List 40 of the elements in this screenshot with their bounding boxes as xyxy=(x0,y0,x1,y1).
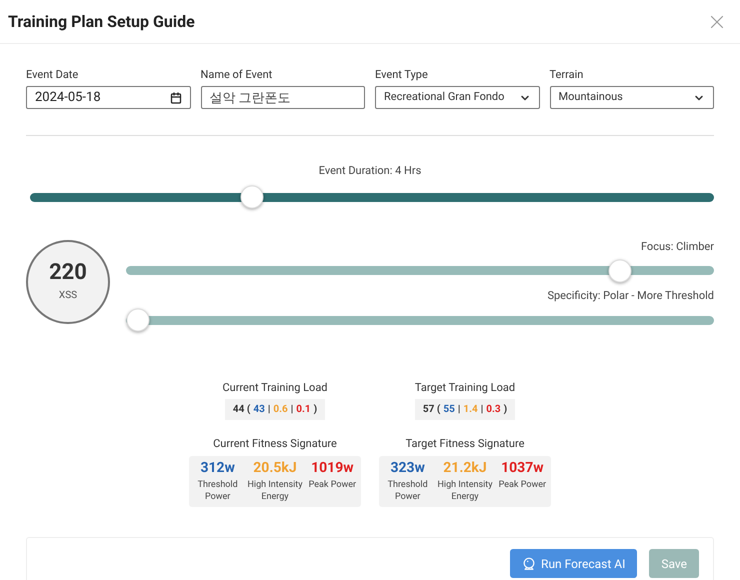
crystal-ball-icon xyxy=(522,556,536,570)
date-field[interactable]: 2024-05-18 xyxy=(26,86,190,109)
metric-label: Peak Power xyxy=(308,478,356,490)
metric-value: 312w xyxy=(200,460,235,476)
metric-label: High Intensity Energy xyxy=(436,478,494,502)
metric-label: High Intensity Energy xyxy=(246,478,304,502)
slider-thumb[interactable] xyxy=(608,259,632,282)
score-unit: XSS xyxy=(58,289,78,303)
field-label: Event Type xyxy=(375,68,429,81)
slider-label: Focus: Climber xyxy=(640,238,714,254)
text-field[interactable]: 설악 그란폰도 xyxy=(200,86,365,109)
slider-thumb[interactable] xyxy=(126,308,150,332)
window-title: Training Plan Setup Guide xyxy=(8,10,195,32)
score-value: 220 xyxy=(49,261,87,285)
metric-label: Peak Power xyxy=(498,478,546,490)
metric-value: 21.2kJ xyxy=(443,460,487,476)
metric-value: 1037w xyxy=(501,460,544,476)
field-label: Event Date xyxy=(26,68,80,81)
field-label: Name of Event xyxy=(200,68,274,81)
metric-value: 323w xyxy=(390,460,425,476)
dropdown[interactable]: Mountainous xyxy=(550,86,714,109)
slider-thumb[interactable] xyxy=(240,186,264,208)
slider[interactable] xyxy=(126,259,714,282)
signature-title: Target Fitness Signature xyxy=(406,436,524,452)
load-title: Target Training Load xyxy=(414,380,516,396)
metric-value: 1019w xyxy=(311,460,354,476)
slider[interactable] xyxy=(30,186,714,208)
slider[interactable] xyxy=(126,308,714,332)
metric-label: Threshold Power xyxy=(386,478,429,502)
load-summary: 44 ( 43 | 0.6 | 0.1 ) xyxy=(224,399,326,420)
signature-title: Current Fitness Signature xyxy=(213,436,337,452)
metric-label: Threshold Power xyxy=(196,478,239,502)
load-title: Current Training Load xyxy=(222,380,328,396)
metric-value: 20.5kJ xyxy=(253,460,297,476)
calendar-icon xyxy=(170,92,182,104)
slider-label: Event Duration: 4 Hrs xyxy=(318,163,422,179)
field-label: Terrain xyxy=(550,68,584,81)
dropdown[interactable]: Recreational Gran Fondo xyxy=(375,86,540,109)
slider-label: Specificity: Polar - More Threshold xyxy=(547,288,714,304)
load-summary: 57 ( 55 | 1.4 | 0.3 ) xyxy=(414,399,516,420)
